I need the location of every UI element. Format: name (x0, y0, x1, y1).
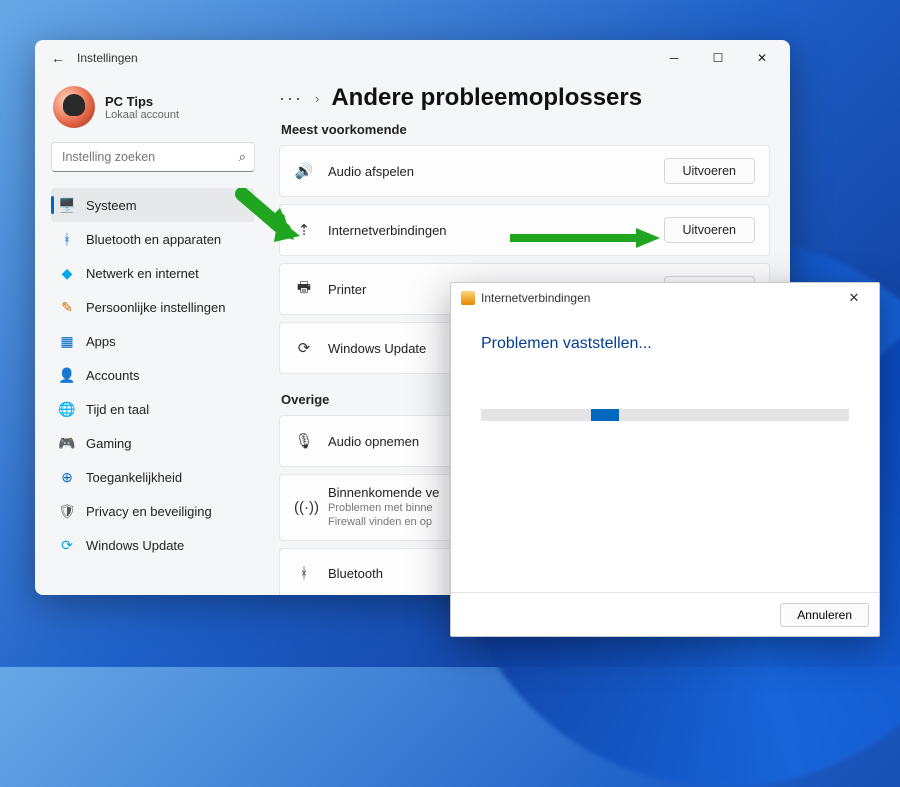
page-title: Andere probleemoplossers (331, 84, 642, 112)
sidebar-item-label: Toegankelijkheid (86, 470, 182, 485)
display-icon: 🖥️ (59, 197, 75, 213)
sidebar-item-apps[interactable]: ▦ Apps (51, 324, 255, 358)
person-icon: 👤 (59, 367, 75, 383)
dialog-close-button[interactable]: ✕ (833, 284, 875, 312)
titlebar: ← Instellingen ─ ☐ ✕ (35, 40, 790, 76)
sidebar-item-label: Persoonlijke instellingen (86, 300, 225, 315)
progress-bar (481, 409, 849, 421)
sidebar-item-label: Netwerk en internet (86, 266, 199, 281)
dialog-titlebar: Internetverbindingen ✕ (451, 283, 879, 313)
sidebar-item-accounts[interactable]: 👤 Accounts (51, 358, 255, 392)
avatar (53, 86, 95, 128)
search-input[interactable] (60, 149, 239, 165)
breadcrumb-dots[interactable]: ··· (279, 88, 303, 109)
close-button[interactable]: ✕ (740, 43, 784, 73)
chevron-right-icon: › (315, 91, 319, 106)
sidebar-item-tijd-en-taal[interactable]: 🌐 Tijd en taal (51, 392, 255, 426)
nav-list: 🖥️ Systeemᚼ Bluetooth en apparaten◆ Netw… (51, 188, 255, 562)
speaker-icon: 🔊 (294, 162, 314, 180)
sidebar-item-label: Systeem (86, 198, 137, 213)
sidebar-item-label: Bluetooth en apparaten (86, 232, 221, 247)
globe-icon: 🌐 (59, 401, 75, 417)
section-most-common: Meest voorkomende (281, 122, 770, 137)
troubleshooter-dialog: Internetverbindingen ✕ Problemen vastste… (450, 282, 880, 637)
sidebar: PC Tips Lokaal account ⌕ 🖥️ Systeemᚼ Blu… (35, 76, 265, 595)
search-box[interactable]: ⌕ (51, 142, 255, 172)
sidebar-item-bluetooth-en-apparaten[interactable]: ᚼ Bluetooth en apparaten (51, 222, 255, 256)
sync-icon: ⟳ (59, 537, 75, 553)
dialog-body: Problemen vaststellen... (451, 313, 879, 592)
microphone-icon: 🎙 (294, 432, 314, 450)
breadcrumb: ··· › Andere probleemoplossers (279, 84, 770, 112)
gamepad-icon: 🎮 (59, 435, 75, 451)
sidebar-item-label: Apps (86, 334, 116, 349)
sidebar-item-toegankelijkheid[interactable]: ⊕ Toegankelijkheid (51, 460, 255, 494)
cancel-button[interactable]: Annuleren (780, 603, 869, 627)
sidebar-item-label: Windows Update (86, 538, 184, 553)
antenna-icon: ((·)) (294, 499, 314, 516)
apps-icon: ▦ (59, 333, 75, 349)
window-title: Instellingen (77, 51, 138, 65)
maximize-button[interactable]: ☐ (696, 43, 740, 73)
dialog-app-icon (461, 291, 475, 305)
sidebar-item-label: Tijd en taal (86, 402, 149, 417)
search-icon: ⌕ (239, 149, 246, 165)
sidebar-item-label: Gaming (86, 436, 132, 451)
profile-name: PC Tips (105, 94, 179, 109)
bluetooth-icon: ᚼ (59, 231, 75, 247)
run-button[interactable]: Uitvoeren (664, 217, 756, 243)
shield-icon: 🛡 (59, 503, 75, 519)
sidebar-item-label: Privacy en beveiliging (86, 504, 212, 519)
troubleshooter-card: 🔊 Audio afspelen Uitvoeren (279, 145, 770, 197)
sidebar-item-gaming[interactable]: 🎮 Gaming (51, 426, 255, 460)
bluetooth2-icon: ᚼ (294, 565, 314, 582)
profile-sub: Lokaal account (105, 109, 179, 121)
sidebar-item-netwerk-en-internet[interactable]: ◆ Netwerk en internet (51, 256, 255, 290)
wifi-signal-icon: ⇡ (294, 221, 314, 239)
sidebar-item-privacy-en-beveiliging[interactable]: 🛡 Privacy en beveiliging (51, 494, 255, 528)
profile-block[interactable]: PC Tips Lokaal account (53, 86, 255, 128)
window-controls: ─ ☐ ✕ (652, 43, 784, 73)
card-title: Audio afspelen (328, 164, 650, 179)
minimize-button[interactable]: ─ (652, 43, 696, 73)
refresh-icon: ⟳ (294, 339, 314, 357)
dialog-status-text: Problemen vaststellen... (481, 335, 849, 353)
dialog-footer: Annuleren (451, 592, 879, 636)
sidebar-item-label: Accounts (86, 368, 139, 383)
sidebar-item-systeem[interactable]: 🖥️ Systeem (51, 188, 255, 222)
progress-chunk (591, 409, 619, 421)
troubleshooter-card: ⇡ Internetverbindingen Uitvoeren (279, 204, 770, 256)
card-title: Internetverbindingen (328, 223, 650, 238)
sidebar-item-windows-update[interactable]: ⟳ Windows Update (51, 528, 255, 562)
brush-icon: ✎ (59, 299, 75, 315)
printer-icon: 🖶 (294, 277, 314, 302)
back-button[interactable]: ← (51, 50, 71, 66)
sidebar-item-persoonlijke-instellingen[interactable]: ✎ Persoonlijke instellingen (51, 290, 255, 324)
wifi-icon: ◆ (59, 265, 75, 281)
run-button[interactable]: Uitvoeren (664, 158, 756, 184)
accessibility-icon: ⊕ (59, 469, 75, 485)
dialog-title: Internetverbindingen (481, 291, 590, 305)
